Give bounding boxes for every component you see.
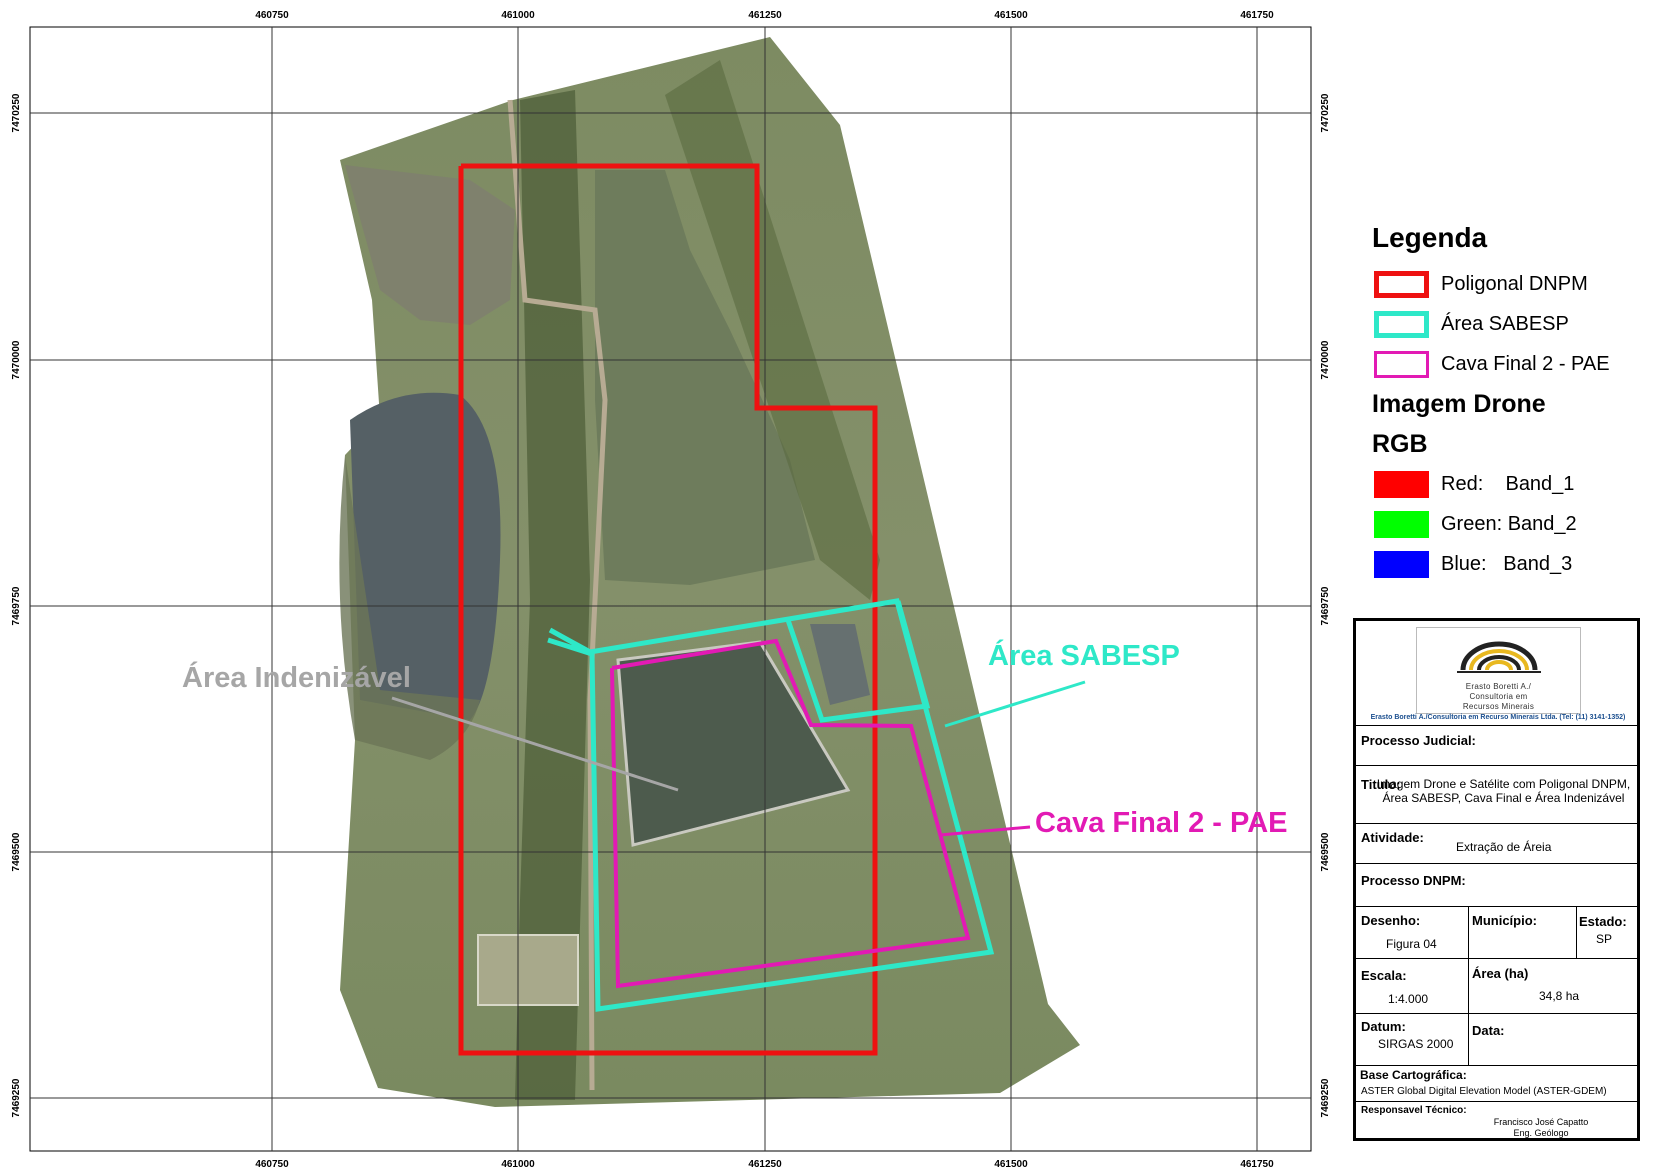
legend-label-cava: Cava Final 2 - PAE xyxy=(1441,352,1610,375)
logo-icon xyxy=(1457,641,1541,673)
tick-label-x-top: 460750 xyxy=(255,10,289,21)
responsavel-name: Francisco José Capatto xyxy=(1493,1117,1589,1127)
legend-image-title: Imagem Drone xyxy=(1372,390,1546,418)
datum-label: Datum: xyxy=(1361,1019,1406,1034)
atividade-label: Atividade: xyxy=(1361,830,1424,845)
logo-line-1: Erasto Boretti A./ xyxy=(1465,682,1532,691)
label-cava-final: Cava Final 2 - PAE xyxy=(1035,807,1288,839)
tick-label-x-bottom: 461500 xyxy=(994,1159,1028,1169)
label-area-indenizavel: Área Indenizável xyxy=(182,660,411,694)
estado-value: SP xyxy=(1596,932,1613,946)
tick-label-y-right: 7469500 xyxy=(1320,832,1331,871)
area-value: 34,8 ha xyxy=(1539,989,1580,1003)
desenho-value: Figura 04 xyxy=(1386,937,1437,951)
tick-label-y-left: 7470000 xyxy=(11,340,22,379)
title-block: Erasto Boretti A./ Consultoria em Recurs… xyxy=(1353,618,1640,1141)
tick-label-x-bottom: 461000 xyxy=(501,1159,535,1169)
responsavel-label: Responsavel Técnico: xyxy=(1361,1105,1467,1116)
company-info: Erasto Boretti A./Consultoria em Recurso… xyxy=(1370,714,1626,721)
base-label: Base Cartográfica: xyxy=(1360,1068,1467,1082)
legend-title: Legenda xyxy=(1372,222,1488,253)
sports-field xyxy=(477,934,579,1006)
escala-value: 1:4.000 xyxy=(1388,992,1429,1006)
legend-label-sabesp: Área SABESP xyxy=(1441,312,1569,335)
tick-label-y-left: 7469500 xyxy=(11,832,22,871)
legend-band-green: Green: Band_2 xyxy=(1360,504,1650,544)
legend-swatch-sabesp xyxy=(1374,310,1429,338)
processo-dnpm-label: Processo DNPM: xyxy=(1361,873,1466,888)
legend: Legenda Poligonal DNPM Área SABESP Cava … xyxy=(1360,222,1650,584)
data-label: Data: xyxy=(1472,1023,1505,1038)
tick-label-x-bottom: 461250 xyxy=(748,1159,782,1169)
legend-label-poligonal: Poligonal DNPM xyxy=(1441,272,1588,295)
legend-swatch-poligonal xyxy=(1374,270,1429,298)
tick-label-y-left: 7470250 xyxy=(11,93,22,132)
tick-label-y-right: 7469750 xyxy=(1320,586,1331,625)
tick-label-y-left: 7469750 xyxy=(11,586,22,625)
responsavel-title: Eng. Geólogo xyxy=(1513,1128,1569,1138)
datum-value: SIRGAS 2000 xyxy=(1378,1037,1454,1051)
titulo-value: Imagem Drone e Satélite com Poligonal DN… xyxy=(1376,777,1631,805)
legend-band-green-label: Green: Band_2 xyxy=(1441,512,1577,535)
logo-line-2: Consultoria em xyxy=(1469,692,1528,701)
tick-label-x-top: 461000 xyxy=(501,10,535,21)
tick-label-y-right: 7470000 xyxy=(1320,340,1331,379)
legend-swatch-blue xyxy=(1374,550,1429,578)
tick-label-x-bottom: 460750 xyxy=(255,1159,289,1169)
tick-label-y-right: 7470250 xyxy=(1320,93,1331,132)
desenho-label: Desenho: xyxy=(1361,913,1421,928)
company-logo: Erasto Boretti A./ Consultoria em Recurs… xyxy=(1416,627,1581,714)
legend-item-cava: Cava Final 2 - PAE xyxy=(1360,344,1650,384)
tick-label-x-top: 461750 xyxy=(1240,10,1274,21)
legend-band-red: Red: Band_1 xyxy=(1360,464,1650,504)
processo-judicial-label: Processo Judicial: xyxy=(1361,733,1476,748)
legend-band-red-label: Red: Band_1 xyxy=(1441,472,1575,495)
legend-swatch-green xyxy=(1374,510,1429,538)
base-value: ASTER Global Digital Elevation Model (AS… xyxy=(1361,1086,1607,1097)
escala-label: Escala: xyxy=(1361,968,1407,983)
legend-item-poligonal: Poligonal DNPM xyxy=(1360,264,1650,304)
tick-label-y-left: 7469250 xyxy=(11,1078,22,1117)
legend-swatch-cava xyxy=(1374,350,1429,378)
tick-label-x-top: 461500 xyxy=(994,10,1028,21)
legend-band-blue: Blue: Band_3 xyxy=(1360,544,1650,584)
logo-line-3: Recursos Minerais xyxy=(1462,702,1535,711)
legend-rgb-title: RGB xyxy=(1372,430,1428,458)
municipio-label: Município: xyxy=(1472,913,1537,928)
legend-band-blue-label: Blue: Band_3 xyxy=(1441,552,1573,575)
area-label: Área (ha) xyxy=(1472,966,1529,981)
tick-label-x-bottom: 461750 xyxy=(1240,1159,1274,1169)
legend-item-sabesp: Área SABESP xyxy=(1360,304,1650,344)
tick-label-y-right: 7469250 xyxy=(1320,1078,1331,1117)
tick-label-x-top: 461250 xyxy=(748,10,782,21)
estado-label: Estado: xyxy=(1579,914,1627,929)
legend-swatch-red xyxy=(1374,470,1429,498)
label-area-sabesp: Área SABESP xyxy=(988,638,1180,672)
atividade-value: Extração de Áreia xyxy=(1456,840,1552,854)
